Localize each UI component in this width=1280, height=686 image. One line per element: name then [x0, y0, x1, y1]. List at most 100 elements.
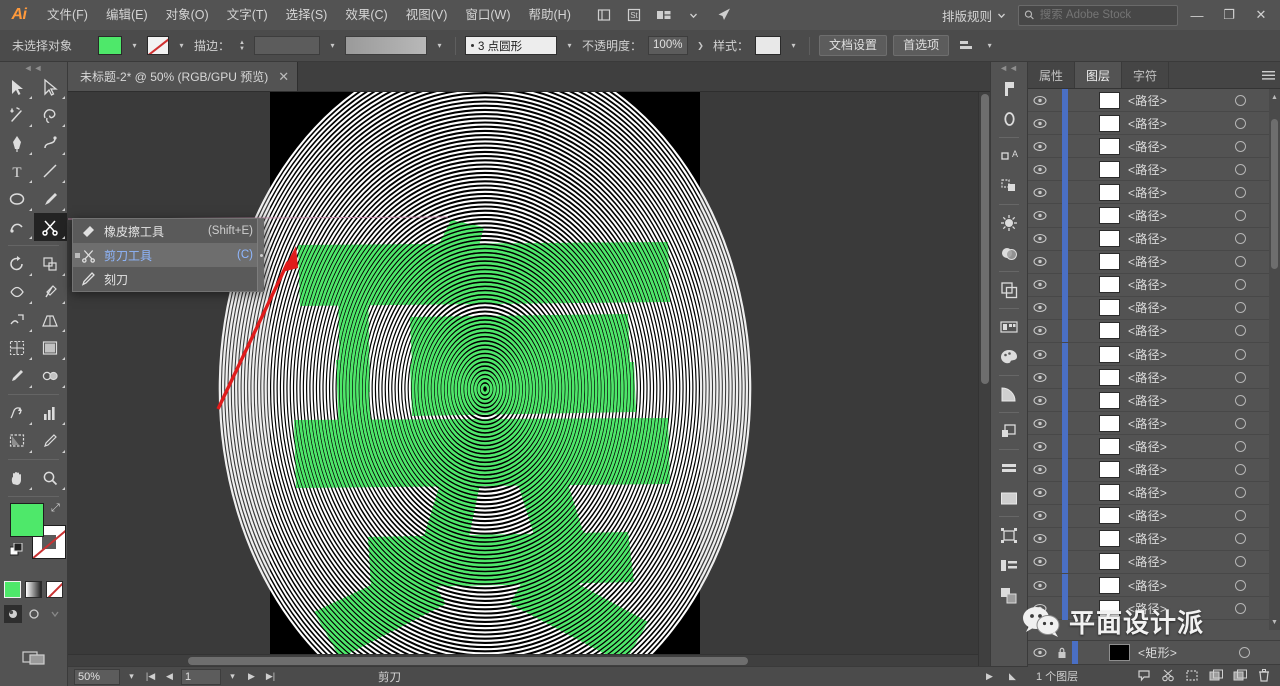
- make-clipping-mask-icon[interactable]: [1157, 666, 1179, 686]
- prev-artboard-button[interactable]: ◀: [162, 669, 177, 685]
- visibility-toggle-icon[interactable]: [1028, 164, 1052, 175]
- document-tab[interactable]: 未标题-2* @ 50% (RGB/GPU 预览) ✕: [68, 62, 299, 91]
- color-mode-none-icon[interactable]: [46, 581, 63, 598]
- visibility-toggle-icon[interactable]: [1028, 647, 1052, 658]
- width-profile-dropdown-icon[interactable]: ▾: [433, 36, 446, 55]
- target-indicator-icon[interactable]: [1235, 210, 1246, 222]
- target-indicator-icon[interactable]: [1235, 163, 1246, 175]
- eyedropper-tool[interactable]: [0, 362, 34, 390]
- layer-row[interactable]: <路径>: [1028, 157, 1280, 182]
- visibility-toggle-icon[interactable]: [1028, 487, 1052, 498]
- layer-row[interactable]: <路径>: [1028, 434, 1280, 459]
- slice-tool[interactable]: [34, 427, 68, 455]
- transform-icon[interactable]: [991, 520, 1027, 550]
- layers-scrollbar[interactable]: ▲ ▼: [1269, 89, 1280, 630]
- layer-row[interactable]: <路径>: [1028, 458, 1280, 482]
- visibility-toggle-icon[interactable]: [1028, 349, 1052, 360]
- flyout-item-1[interactable]: 剪刀工具 (C): [73, 243, 263, 267]
- layer-row[interactable]: <路径>: [1028, 319, 1280, 344]
- glyph-o-icon[interactable]: [991, 104, 1027, 134]
- width-tool[interactable]: [0, 278, 34, 306]
- stock-icon[interactable]: St: [624, 5, 644, 25]
- layer-row[interactable]: <路径>: [1028, 388, 1280, 413]
- arrange-rules-button[interactable]: 排版规则: [936, 4, 1012, 26]
- visibility-toggle-icon[interactable]: [1028, 187, 1052, 198]
- appearance-icon[interactable]: A: [991, 141, 1027, 171]
- align-icon[interactable]: [991, 453, 1027, 483]
- visibility-toggle-icon[interactable]: [1028, 302, 1052, 313]
- lock-toggle-icon[interactable]: [1052, 647, 1072, 659]
- rotate-tool[interactable]: [0, 250, 34, 278]
- locate-object-icon[interactable]: [1133, 666, 1155, 686]
- stroke-weight-stepper[interactable]: ▲ ▼: [236, 36, 248, 55]
- default-fill-stroke-icon[interactable]: [9, 542, 23, 556]
- gradient-arc-icon[interactable]: [991, 379, 1027, 409]
- layer-row[interactable]: <路径>: [1028, 134, 1280, 159]
- selection-tool[interactable]: [0, 73, 34, 101]
- pen-tool[interactable]: [0, 129, 34, 157]
- menu-item-2[interactable]: 对象(O): [157, 0, 218, 30]
- target-indicator-icon[interactable]: [1239, 647, 1250, 658]
- first-artboard-button[interactable]: |◀: [143, 669, 158, 685]
- visibility-toggle-icon[interactable]: [1028, 603, 1052, 614]
- stroke-weight-field[interactable]: [254, 36, 321, 55]
- visibility-toggle-icon[interactable]: [1028, 256, 1052, 267]
- target-indicator-icon[interactable]: [1235, 371, 1246, 383]
- swap-fill-stroke-icon[interactable]: ⤢: [51, 503, 63, 515]
- visibility-toggle-icon[interactable]: [1028, 556, 1052, 567]
- zoom-tool[interactable]: [34, 464, 68, 492]
- stroke-weight-dropdown-icon[interactable]: ▾: [326, 36, 339, 55]
- menu-item-0[interactable]: 文件(F): [38, 0, 97, 30]
- visibility-toggle-icon[interactable]: [1028, 210, 1052, 221]
- zoom-level-field[interactable]: 50%: [74, 668, 120, 685]
- free-transform-tool[interactable]: [34, 278, 68, 306]
- menu-item-8[interactable]: 帮助(H): [520, 0, 580, 30]
- scroll-down-icon[interactable]: ▼: [1269, 616, 1280, 628]
- draw-inside-icon[interactable]: [46, 605, 64, 623]
- close-button[interactable]: ✕: [1248, 2, 1274, 28]
- variable-width-profile-field[interactable]: [345, 36, 428, 55]
- brushes-icon[interactable]: [991, 208, 1027, 238]
- paintbrush-tool[interactable]: [34, 185, 68, 213]
- perspective-grid-tool[interactable]: [34, 306, 68, 334]
- color-mode-solid-icon[interactable]: [4, 581, 21, 598]
- stroke-dropdown-icon[interactable]: ▾: [175, 36, 188, 55]
- scissors-tool-flyout[interactable]: 橡皮擦工具 (Shift+E) 剪刀工具 (C) 刻刀: [72, 218, 264, 292]
- target-indicator-icon[interactable]: [1235, 140, 1246, 152]
- color-palette-icon[interactable]: [991, 342, 1027, 372]
- visibility-toggle-icon[interactable]: [1028, 372, 1052, 383]
- tab-字符[interactable]: 字符: [1122, 62, 1170, 88]
- visibility-toggle-icon[interactable]: [1028, 95, 1052, 106]
- target-indicator-icon[interactable]: [1235, 417, 1246, 429]
- menu-item-3[interactable]: 文字(T): [218, 0, 277, 30]
- status-resize-icon[interactable]: ◣: [1005, 669, 1020, 685]
- fill-dropdown-icon[interactable]: ▾: [128, 36, 141, 55]
- opacity-field[interactable]: 100%: [648, 36, 689, 55]
- arrange-documents-icon[interactable]: [654, 5, 674, 25]
- target-indicator-icon[interactable]: [1235, 579, 1246, 591]
- draw-normal-icon[interactable]: [3, 605, 22, 623]
- menu-item-1[interactable]: 编辑(E): [97, 0, 157, 30]
- layer-row[interactable]: <路径>: [1028, 365, 1280, 390]
- dock-grip[interactable]: ◄◄: [991, 62, 1027, 74]
- target-indicator-icon[interactable]: [1235, 348, 1246, 360]
- fill-swatch-large[interactable]: [10, 503, 44, 537]
- layer-row[interactable]: <路径>: [1028, 411, 1280, 436]
- transparency-icon[interactable]: [991, 238, 1027, 268]
- color-mode-gradient-icon[interactable]: [25, 581, 42, 598]
- visibility-toggle-icon[interactable]: [1028, 510, 1052, 521]
- tab-属性[interactable]: 属性: [1028, 62, 1076, 88]
- search-input[interactable]: [1039, 9, 1172, 21]
- document-setup-button[interactable]: 文档设置: [819, 35, 888, 56]
- minimize-button[interactable]: —: [1184, 2, 1210, 28]
- graphic-styles-icon[interactable]: [991, 171, 1027, 201]
- menu-item-4[interactable]: 选择(S): [277, 0, 337, 30]
- layer-row[interactable]: <路径>: [1028, 596, 1280, 621]
- new-sublayer-icon[interactable]: [1205, 666, 1227, 686]
- target-indicator-icon[interactable]: [1235, 233, 1246, 245]
- align-icon[interactable]: [955, 36, 977, 55]
- flag-icon[interactable]: [991, 74, 1027, 104]
- target-indicator-icon[interactable]: [1235, 556, 1246, 568]
- brush-profile-dropdown-icon[interactable]: ▾: [563, 36, 576, 55]
- fill-color-swatch[interactable]: [98, 36, 122, 55]
